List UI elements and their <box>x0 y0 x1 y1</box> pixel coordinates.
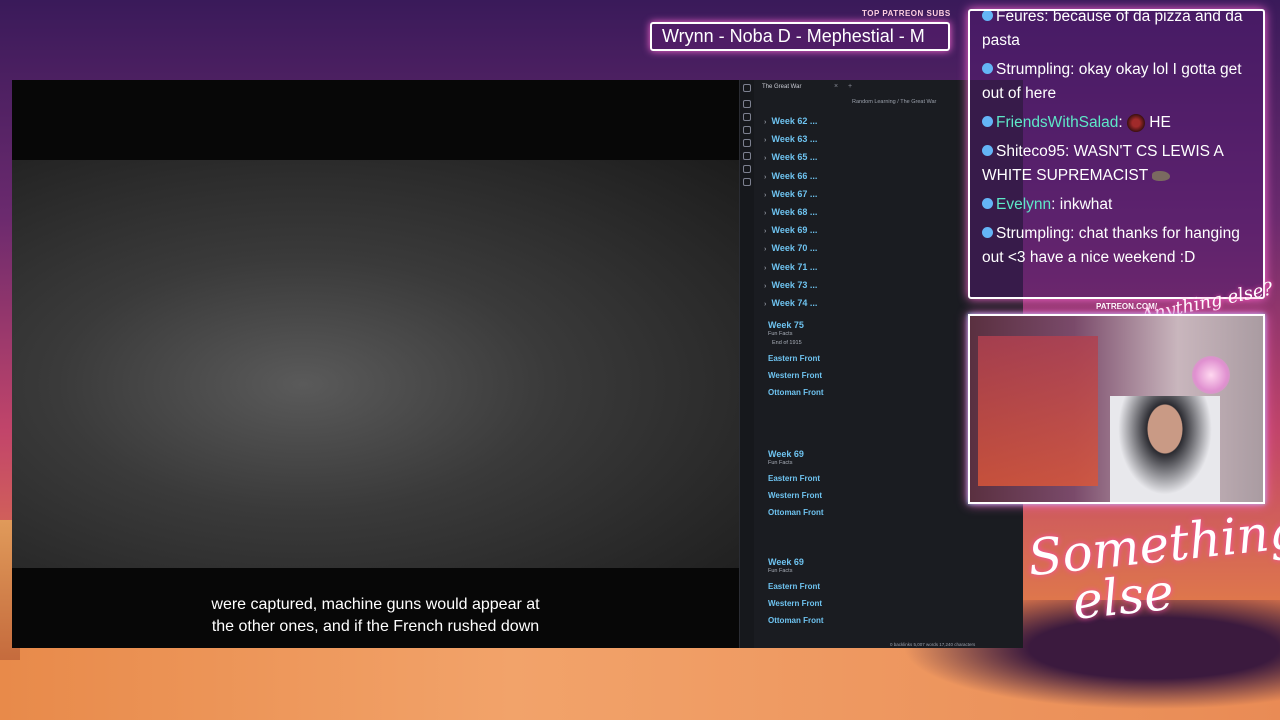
chat-message: Feures: because of da pizza and da pasta <box>982 9 1251 53</box>
search-icon[interactable] <box>743 100 751 108</box>
chat-badge-icon <box>982 63 993 75</box>
terminal-icon[interactable] <box>743 165 751 173</box>
note-block-week-69: Week 69 Fun Facts Eastern Front Western … <box>768 449 968 517</box>
note-front-link[interactable]: Eastern Front <box>768 474 968 483</box>
chat-message: FriendsWithSalad: HE <box>982 111 1251 135</box>
chat-text: : inkwhat <box>1051 196 1113 213</box>
note-subheading: Fun Facts <box>768 331 793 337</box>
chevron-right-icon[interactable]: › <box>764 119 769 126</box>
chevron-right-icon[interactable]: › <box>764 228 769 235</box>
subtitle-line-1: were captured, machine guns would appear… <box>211 596 540 613</box>
note-heading[interactable]: Week 75 <box>768 320 968 330</box>
week-heading-list: › Week 62 ... › Week 63 ... › Week 65 ..… <box>764 116 964 316</box>
note-block-week-69-b: Week 69 Fun Facts Eastern Front Western … <box>768 557 968 625</box>
note-front-link[interactable]: Ottoman Front <box>768 616 968 625</box>
week-item[interactable]: › Week 69 ... <box>764 225 964 243</box>
note-heading[interactable]: Week 69 <box>768 449 968 459</box>
patreon-subs-banner: Wrynn - Noba D - Mephestial - M <box>650 22 950 51</box>
note-block-week-75: Week 75 Fun Facts End of 1915 Eastern Fr… <box>768 320 968 397</box>
chat-username: FriendsWithSalad <box>996 114 1119 131</box>
week-item[interactable]: › Week 70 ... <box>764 243 964 261</box>
chat-message: Evelynn: inkwhat <box>982 193 1251 217</box>
chevron-right-icon[interactable]: › <box>764 192 769 199</box>
chat-message: Strumpling: okay okay lol I gotta get ou… <box>982 58 1251 106</box>
sidebar-toggle-icon[interactable] <box>743 84 751 92</box>
chat-username: Evelynn <box>996 196 1052 213</box>
chat-emote-icon <box>1126 113 1145 132</box>
chat-badge-icon <box>982 145 993 157</box>
patreon-subs-names: Wrynn - Noba D - Mephestial - M <box>662 26 925 46</box>
tab-close-icon[interactable]: × <box>834 83 838 90</box>
chat-message: Shiteco95: WASN'T CS LEWIS A WHITE SUPRE… <box>982 140 1251 188</box>
calendar-icon[interactable] <box>743 152 751 160</box>
chat-panel: Feures: because of da pizza and da pasta… <box>968 9 1265 299</box>
chevron-right-icon[interactable]: › <box>764 210 769 217</box>
chat-username: Strumpling <box>996 61 1071 78</box>
streamer <box>1110 396 1220 502</box>
week-item[interactable]: › Week 74 ... <box>764 298 964 316</box>
chat-message: Strumpling: chat thanks for hanging out … <box>982 222 1251 270</box>
new-tab-icon[interactable]: + <box>848 83 852 90</box>
week-item[interactable]: › Week 62 ... <box>764 116 964 134</box>
chat-text: : <box>1118 114 1127 131</box>
note-front-link[interactable]: Ottoman Front <box>768 388 968 397</box>
note-front-link[interactable]: Western Front <box>768 371 968 380</box>
week-item[interactable]: › Week 71 ... <box>764 262 964 280</box>
notes-ribbon <box>740 80 754 648</box>
week-item[interactable]: › Week 63 ... <box>764 134 964 152</box>
video-frame-image <box>12 160 739 568</box>
subtitle-line-2: the other ones, and if the French rushed… <box>211 618 540 635</box>
note-subheading: Fun Facts <box>768 568 793 574</box>
note-front-link[interactable]: Western Front <box>768 491 968 500</box>
chevron-right-icon[interactable]: › <box>764 137 769 144</box>
rock-emoji-icon <box>1152 170 1171 181</box>
bookmark-icon[interactable] <box>743 139 751 147</box>
chevron-right-icon[interactable]: › <box>764 174 769 181</box>
patreon-header: TOP PATREON SUBS <box>862 9 951 18</box>
webcam-lamp <box>1192 356 1230 394</box>
webcam-shelf <box>978 336 1098 486</box>
week-item[interactable]: › Week 66 ... <box>764 171 964 189</box>
chat-username: Feures <box>996 9 1045 25</box>
note-list-item: End of 1915 <box>772 340 802 346</box>
chevron-right-icon[interactable]: › <box>764 301 769 308</box>
files-icon[interactable] <box>743 126 751 134</box>
note-front-link[interactable]: Ottoman Front <box>768 508 968 517</box>
note-front-link[interactable]: Western Front <box>768 599 968 608</box>
chat-badge-icon <box>982 11 993 22</box>
breadcrumb[interactable]: Random Learning / The Great War <box>852 99 936 105</box>
status-bar: 0 backlinks 5,007 words 17,240 character… <box>890 642 976 647</box>
chat-badge-icon <box>982 227 993 239</box>
week-item[interactable]: › Week 68 ... <box>764 207 964 225</box>
webcam-feed <box>968 314 1265 504</box>
note-front-link[interactable]: Eastern Front <box>768 582 968 591</box>
chat-badge-icon <box>982 116 993 128</box>
tab-the-great-war[interactable]: The Great War <box>762 84 801 90</box>
week-item[interactable]: › Week 73 ... <box>764 280 964 298</box>
note-subheading: Fun Facts <box>768 460 793 466</box>
week-item[interactable]: › Week 67 ... <box>764 189 964 207</box>
video-subtitles: were captured, machine guns would appear… <box>12 594 739 638</box>
week-item[interactable]: › Week 65 ... <box>764 152 964 170</box>
chat-username: Strumpling <box>996 225 1071 242</box>
graph-icon[interactable] <box>743 113 751 121</box>
note-front-link[interactable]: Eastern Front <box>768 354 968 363</box>
chat-badge-icon <box>982 198 993 210</box>
video-player[interactable]: were captured, machine guns would appear… <box>12 80 739 648</box>
chevron-right-icon[interactable]: › <box>764 155 769 162</box>
chat-text: HE <box>1144 114 1171 131</box>
chevron-right-icon[interactable]: › <box>764 283 769 290</box>
chevron-right-icon[interactable]: › <box>764 246 769 253</box>
note-heading[interactable]: Week 69 <box>768 557 968 567</box>
chevron-right-icon[interactable]: › <box>764 265 769 272</box>
chat-username: Shiteco95 <box>996 143 1065 160</box>
send-icon[interactable] <box>743 178 751 186</box>
